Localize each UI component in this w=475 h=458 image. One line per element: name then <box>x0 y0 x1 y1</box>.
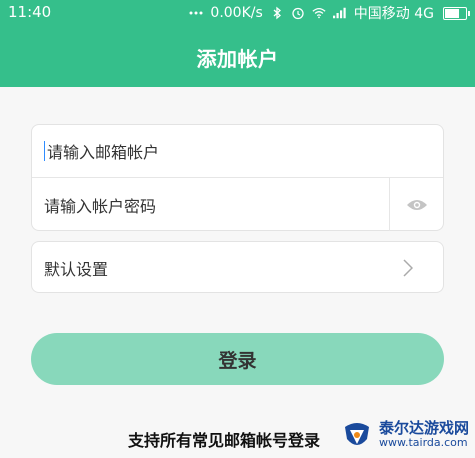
signal-icon <box>332 6 347 20</box>
page-title: 添加帐户 <box>196 47 279 71</box>
more-dots-icon <box>189 6 203 20</box>
email-placeholder: 请输入邮箱帐户 <box>47 143 160 162</box>
toggle-password-visibility-button[interactable] <box>389 178 443 231</box>
email-field[interactable]: 请输入邮箱帐户 <box>32 125 443 178</box>
wifi-icon <box>312 6 326 20</box>
default-settings-row[interactable]: 默认设置 <box>32 242 443 294</box>
network-speed: 0.00K/s <box>210 5 263 21</box>
watermark-name: 泰尔达游戏网 <box>378 419 469 437</box>
app-header: 11:40 0.00K/s 中国移动 4G 添加帐户 <box>0 0 475 87</box>
watermark-text: 泰尔达游戏网 www.tairda.com <box>378 419 469 449</box>
chevron-right-icon <box>401 257 415 279</box>
alarm-icon <box>291 6 305 20</box>
watermark-url: www.tairda.com <box>378 435 468 449</box>
default-settings-label: 默认设置 <box>44 260 109 279</box>
bluetooth-icon <box>270 6 284 20</box>
eye-icon <box>406 199 427 210</box>
login-button[interactable]: 登录 <box>31 333 444 385</box>
password-placeholder: 请输入帐户密码 <box>44 196 157 216</box>
status-time: 11:40 <box>8 3 52 21</box>
status-icons: 0.00K/s 中国移动 4G <box>189 3 470 23</box>
login-form-card: 请输入邮箱帐户 请输入帐户密码 <box>31 124 444 231</box>
carrier-label: 中国移动 4G <box>353 6 434 22</box>
watermark-logo-icon <box>341 421 373 453</box>
watermark: 泰尔达游戏网 www.tairda.com <box>341 419 469 453</box>
battery-icon <box>443 6 470 20</box>
text-cursor <box>44 141 45 161</box>
status-bar: 11:40 0.00K/s 中国移动 4G <box>0 0 475 26</box>
default-settings-card[interactable]: 默认设置 <box>31 241 444 293</box>
email-input[interactable]: 请输入邮箱帐户 <box>44 139 159 163</box>
login-button-label: 登录 <box>218 349 257 372</box>
password-input[interactable]: 请输入帐户密码 <box>44 193 156 217</box>
support-info-text: 支持所有常见邮箱帐号登录 <box>128 431 321 450</box>
password-field[interactable]: 请输入帐户密码 <box>32 178 443 231</box>
